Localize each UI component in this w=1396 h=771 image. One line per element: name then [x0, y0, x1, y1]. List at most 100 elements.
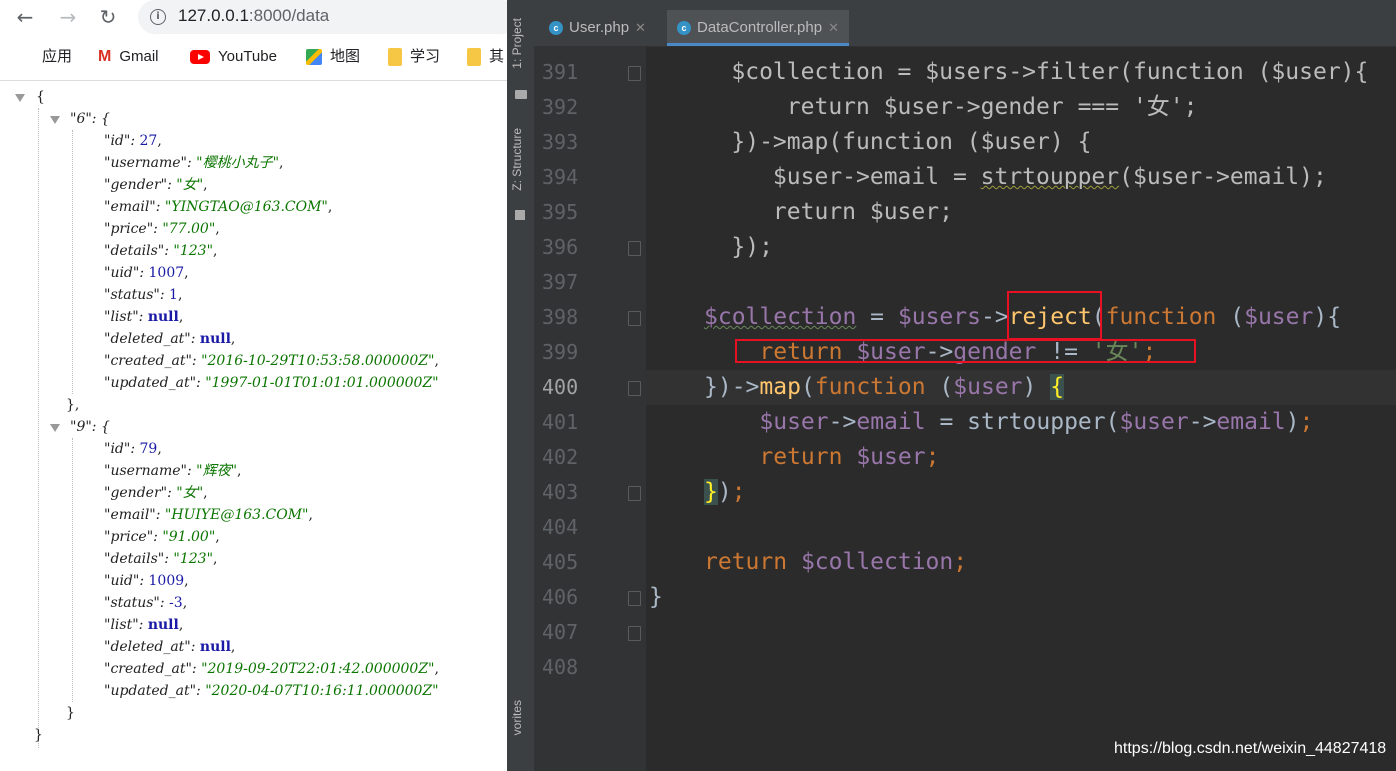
code-line[interactable]: $user->email = strtoupper($user->email);: [704, 405, 1313, 440]
code-token: =: [856, 304, 898, 330]
code-line[interactable]: })->map(function ($user) {: [704, 370, 1065, 405]
json-field-row: "list": null,: [104, 617, 184, 633]
field-key: "price":: [104, 529, 158, 545]
project-tool-tab[interactable]: 1: Project: [510, 18, 524, 69]
brace: },: [66, 397, 80, 413]
code-token: $user->email =: [676, 164, 981, 190]
code-line[interactable]: return $user->gender === '女';: [676, 90, 1198, 125]
bookmark-label: 学习: [410, 48, 441, 65]
collapse-toggle-icon[interactable]: [50, 424, 60, 432]
code-line[interactable]: });: [704, 475, 746, 510]
line-number: 395: [542, 200, 579, 224]
field-value: "1997-01-01T01:01:01.000000Z": [205, 375, 439, 391]
reload-icon[interactable]: ↻: [95, 4, 121, 30]
field-key: "uid":: [104, 265, 145, 281]
field-key: "created_at":: [104, 661, 197, 677]
code-line[interactable]: }: [649, 580, 663, 615]
arrow-right-icon[interactable]: →: [55, 4, 81, 30]
code-line[interactable]: $user->email = strtoupper($user->email);: [676, 160, 1327, 195]
bookmark-label: Gmail: [119, 48, 159, 65]
close-icon[interactable]: ✕: [828, 20, 839, 35]
close-icon[interactable]: ✕: [635, 20, 646, 35]
json-field-row: "email": "YINGTAO@163.COM",: [104, 199, 333, 215]
code-line[interactable]: return $collection;: [704, 545, 967, 580]
address-bar[interactable]: i 127.0.0.1:8000/data: [138, 0, 507, 34]
bookmark-maps[interactable]: 地图: [306, 46, 360, 68]
record-key: "6": {: [70, 111, 110, 127]
bookmark-youtube[interactable]: YouTube: [190, 46, 277, 68]
code-token: ;: [731, 479, 746, 505]
field-value: -3: [169, 595, 183, 611]
fold-marker-icon[interactable]: [628, 241, 641, 256]
field-key: "gender":: [104, 485, 172, 501]
breadcrumb-bar: [534, 0, 1396, 10]
collapse-toggle-icon[interactable]: [15, 94, 25, 102]
json-field-row: "gender": "女",: [104, 177, 208, 193]
fold-marker-icon[interactable]: [628, 626, 641, 641]
code-token: ->: [980, 304, 1009, 330]
fold-marker-icon[interactable]: [628, 381, 641, 396]
code-line[interactable]: })->map(function ($user) {: [676, 125, 1091, 160]
line-number: 391: [542, 60, 579, 84]
code-line[interactable]: return $user;: [704, 440, 939, 475]
code-token: }: [704, 479, 718, 505]
code-line[interactable]: return $user;: [676, 195, 953, 230]
field-key: "deleted_at":: [104, 639, 196, 655]
collapse-toggle-icon[interactable]: [50, 116, 60, 124]
json-field-row: "username": "樱桃小丸子",: [104, 155, 284, 171]
json-root-open: {: [36, 86, 45, 108]
browser-window: ← → ↻ i 127.0.0.1:8000/data 应用 M Gmail Yo…: [0, 0, 507, 771]
browser-toolbar: ← → ↻ i 127.0.0.1:8000/data: [0, 0, 507, 36]
json-field-row: "created_at": "2019-09-20T22:01:42.00000…: [104, 661, 439, 677]
field-value: "2019-09-20T22:01:42.000000Z": [201, 661, 435, 677]
url-text[interactable]: 127.0.0.1:8000/data: [178, 6, 329, 26]
fold-marker-icon[interactable]: [628, 486, 641, 501]
arrow-left-icon[interactable]: ←: [12, 4, 38, 30]
tab-user-php[interactable]: c User.php ✕: [539, 10, 656, 46]
folder-icon: [467, 48, 481, 67]
record-key: "9": {: [70, 419, 110, 435]
favorites-tool-tab[interactable]: vorites: [510, 700, 524, 735]
fold-marker-icon[interactable]: [628, 66, 641, 81]
code-token: ;: [953, 549, 968, 575]
code-token: ;: [1299, 409, 1314, 435]
code-token: $user: [856, 444, 926, 470]
json-field-row: "details": "123",: [104, 551, 218, 567]
structure-tool-tab[interactable]: Z: Structure: [510, 128, 524, 191]
bookmark-gmail[interactable]: M Gmail: [98, 46, 159, 68]
youtube-icon: [190, 50, 210, 65]
line-number: 394: [542, 165, 579, 189]
code-line[interactable]: $collection = $users->filter(function ($…: [676, 55, 1368, 90]
folder-icon: [515, 90, 527, 99]
bookmark-label: 其: [489, 48, 505, 65]
field-value: "77.00": [162, 221, 216, 237]
line-number: 408: [542, 655, 579, 679]
line-number: 402: [542, 445, 579, 469]
field-key: "status":: [104, 595, 165, 611]
info-icon[interactable]: i: [150, 9, 166, 25]
bookmark-folder-other[interactable]: 其: [467, 46, 504, 68]
field-value: "女": [176, 177, 204, 193]
field-value: null: [199, 331, 231, 347]
bookmark-folder-study[interactable]: 学习: [388, 46, 440, 68]
json-field-row: "details": "123",: [104, 243, 218, 259]
tab-label: DataController.php: [697, 19, 823, 36]
line-number: 407: [542, 620, 579, 644]
json-field-row: "email": "HUIYE@163.COM",: [104, 507, 313, 523]
json-record-close: },: [66, 394, 79, 416]
code-token: return $user;: [676, 199, 953, 225]
code-token: });: [676, 234, 773, 260]
url-path: :8000/data: [248, 6, 330, 25]
code-token: $user: [953, 374, 1023, 400]
bookmark-apps[interactable]: 应用: [18, 46, 72, 68]
fold-marker-icon[interactable]: [628, 591, 641, 606]
json-record-key: "6": {: [70, 108, 110, 130]
fold-marker-icon[interactable]: [628, 311, 641, 326]
field-value: 1: [169, 287, 178, 303]
json-field-row: "gender": "女",: [104, 485, 208, 501]
code-line[interactable]: });: [676, 230, 773, 265]
tab-datacontroller-php[interactable]: c DataController.php ✕: [667, 10, 849, 46]
json-field-row: "price": "91.00",: [104, 529, 220, 545]
json-record-key: "9": {: [70, 416, 110, 438]
json-record-close: }: [66, 702, 75, 724]
